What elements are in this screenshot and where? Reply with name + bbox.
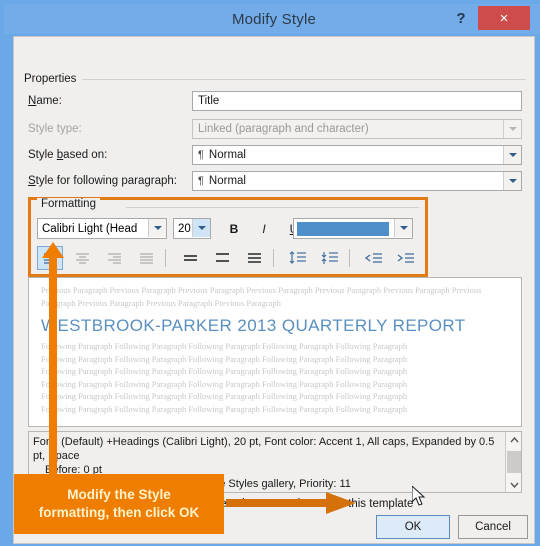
- preview-following-6: Following Paragraph Following Paragraph …: [41, 403, 408, 414]
- close-icon[interactable]: ×: [478, 6, 530, 30]
- chevron-down-icon[interactable]: [192, 219, 210, 237]
- align-center-icon: [75, 252, 89, 264]
- font-size-combo[interactable]: 20: [173, 218, 211, 239]
- pilcrow-icon: ¶: [198, 149, 204, 161]
- divider: [165, 249, 166, 267]
- bold-label: B: [229, 221, 239, 236]
- decrease-paragraph-spacing-icon: [321, 252, 338, 264]
- style-type-label: Style type:: [28, 123, 82, 135]
- style-based-on-label: Style based on:: [28, 149, 108, 161]
- style-following-value: Normal: [208, 175, 246, 187]
- font-name-value: Calibri Light (Head: [42, 222, 138, 235]
- name-label: Name:: [28, 95, 62, 107]
- annotation-callout: Modify the Style formatting, then click …: [14, 474, 224, 534]
- callout-line-2: formatting, then click OK: [38, 505, 200, 520]
- scroll-down-icon[interactable]: [506, 476, 521, 492]
- divider: [126, 207, 419, 208]
- annotation-arrow-right: [226, 492, 356, 514]
- properties-group-header: Properties: [24, 73, 526, 85]
- font-color-picker[interactable]: [293, 218, 413, 239]
- arrow-right-icon: [226, 492, 356, 514]
- style-based-on-value: Normal: [208, 149, 246, 161]
- line-spacing-double-icon: [247, 252, 261, 263]
- decrease-indent-button[interactable]: [361, 246, 387, 270]
- align-right-icon: [107, 252, 121, 264]
- style-following-label: Style for following paragraph:: [28, 175, 177, 187]
- chevron-up-icon: [509, 436, 519, 442]
- align-right-button[interactable]: [101, 246, 127, 270]
- preview-previous-paragraph: Previous Paragraph Previous Paragraph Pr…: [41, 285, 482, 308]
- annotation-arrow-up: [42, 242, 64, 482]
- divider: [349, 249, 350, 267]
- decrease-paragraph-spacing-button[interactable]: [317, 246, 343, 270]
- chevron-down-icon: [503, 120, 521, 138]
- paragraph-toolbar: [37, 246, 423, 272]
- properties-group-label: Properties: [24, 73, 77, 85]
- dialog-body: Properties Name: Title Style type: Linke…: [13, 36, 535, 544]
- formatting-group: Formatting Calibri Light (Head 20 B I U: [28, 197, 428, 277]
- cancel-button[interactable]: Cancel: [458, 515, 528, 539]
- align-justify-button[interactable]: [133, 246, 159, 270]
- decrease-indent-icon: [365, 252, 382, 263]
- preview-following-4: Following Paragraph Following Paragraph …: [41, 378, 408, 389]
- align-justify-icon: [139, 252, 153, 264]
- italic-label: I: [262, 221, 266, 236]
- line-spacing-1.5-icon: [215, 253, 229, 262]
- style-type-value: Linked (paragraph and character): [198, 123, 369, 135]
- preview-title: WESTBROOK-PARKER 2013 QUARTERLY REPORT: [41, 316, 466, 335]
- preview-following-5: Following Paragraph Following Paragraph …: [41, 391, 408, 401]
- increase-paragraph-spacing-button[interactable]: [285, 246, 311, 270]
- increase-paragraph-spacing-icon: [289, 251, 306, 264]
- name-input-value: Title: [198, 95, 220, 107]
- line-spacing-double-button[interactable]: [241, 246, 267, 270]
- scroll-up-icon[interactable]: [506, 432, 521, 448]
- help-icon[interactable]: ?: [450, 7, 472, 29]
- name-input[interactable]: Title: [192, 91, 522, 111]
- italic-button[interactable]: I: [253, 218, 275, 239]
- font-size-value: 20: [178, 222, 191, 235]
- arrow-up-icon: [42, 242, 64, 482]
- divider: [82, 78, 526, 80]
- style-following-combo[interactable]: ¶ Normal: [192, 171, 522, 191]
- preview-following-3: Following Paragraph Following Paragraph …: [41, 366, 408, 376]
- bold-button[interactable]: B: [223, 218, 245, 239]
- chevron-down-icon[interactable]: [148, 219, 166, 237]
- font-name-combo[interactable]: Calibri Light (Head: [37, 218, 167, 239]
- callout-line-1: Modify the Style: [67, 487, 171, 502]
- preview-following-2: Following Paragraph Following Paragraph …: [41, 353, 408, 364]
- modify-style-dialog: Modify Style ? × Properties Name: Title …: [0, 0, 540, 546]
- font-color-swatch: [297, 222, 389, 236]
- line-spacing-single-icon: [183, 255, 197, 261]
- cursor-icon: [411, 484, 426, 506]
- style-type-combo: Linked (paragraph and character): [192, 119, 522, 139]
- increase-indent-button[interactable]: [393, 246, 419, 270]
- style-based-on-combo[interactable]: ¶ Normal: [192, 145, 522, 165]
- increase-indent-icon: [397, 252, 414, 263]
- scrollbar-thumb[interactable]: [507, 451, 521, 473]
- style-preview: Previous Paragraph Previous Paragraph Pr…: [28, 277, 522, 427]
- description-line-1: Font: (Default) +Headings (Calibri Light…: [33, 436, 495, 462]
- chevron-down-icon[interactable]: [394, 219, 412, 237]
- chevron-down-icon[interactable]: [503, 146, 521, 164]
- preview-following-1: Following Paragraph Following Paragraph …: [41, 341, 408, 351]
- formatting-group-label: Formatting: [37, 198, 100, 210]
- mouse-cursor: [411, 484, 426, 506]
- ok-button[interactable]: OK: [376, 515, 450, 539]
- dialog-title: Modify Style: [231, 10, 317, 28]
- pilcrow-icon: ¶: [198, 175, 204, 187]
- description-scrollbar[interactable]: [505, 432, 521, 492]
- divider: [273, 249, 274, 267]
- line-spacing-single-button[interactable]: [177, 246, 203, 270]
- chevron-down-icon: [509, 482, 519, 488]
- align-center-button[interactable]: [69, 246, 95, 270]
- chevron-down-icon[interactable]: [503, 172, 521, 190]
- line-spacing-15-button[interactable]: [209, 246, 235, 270]
